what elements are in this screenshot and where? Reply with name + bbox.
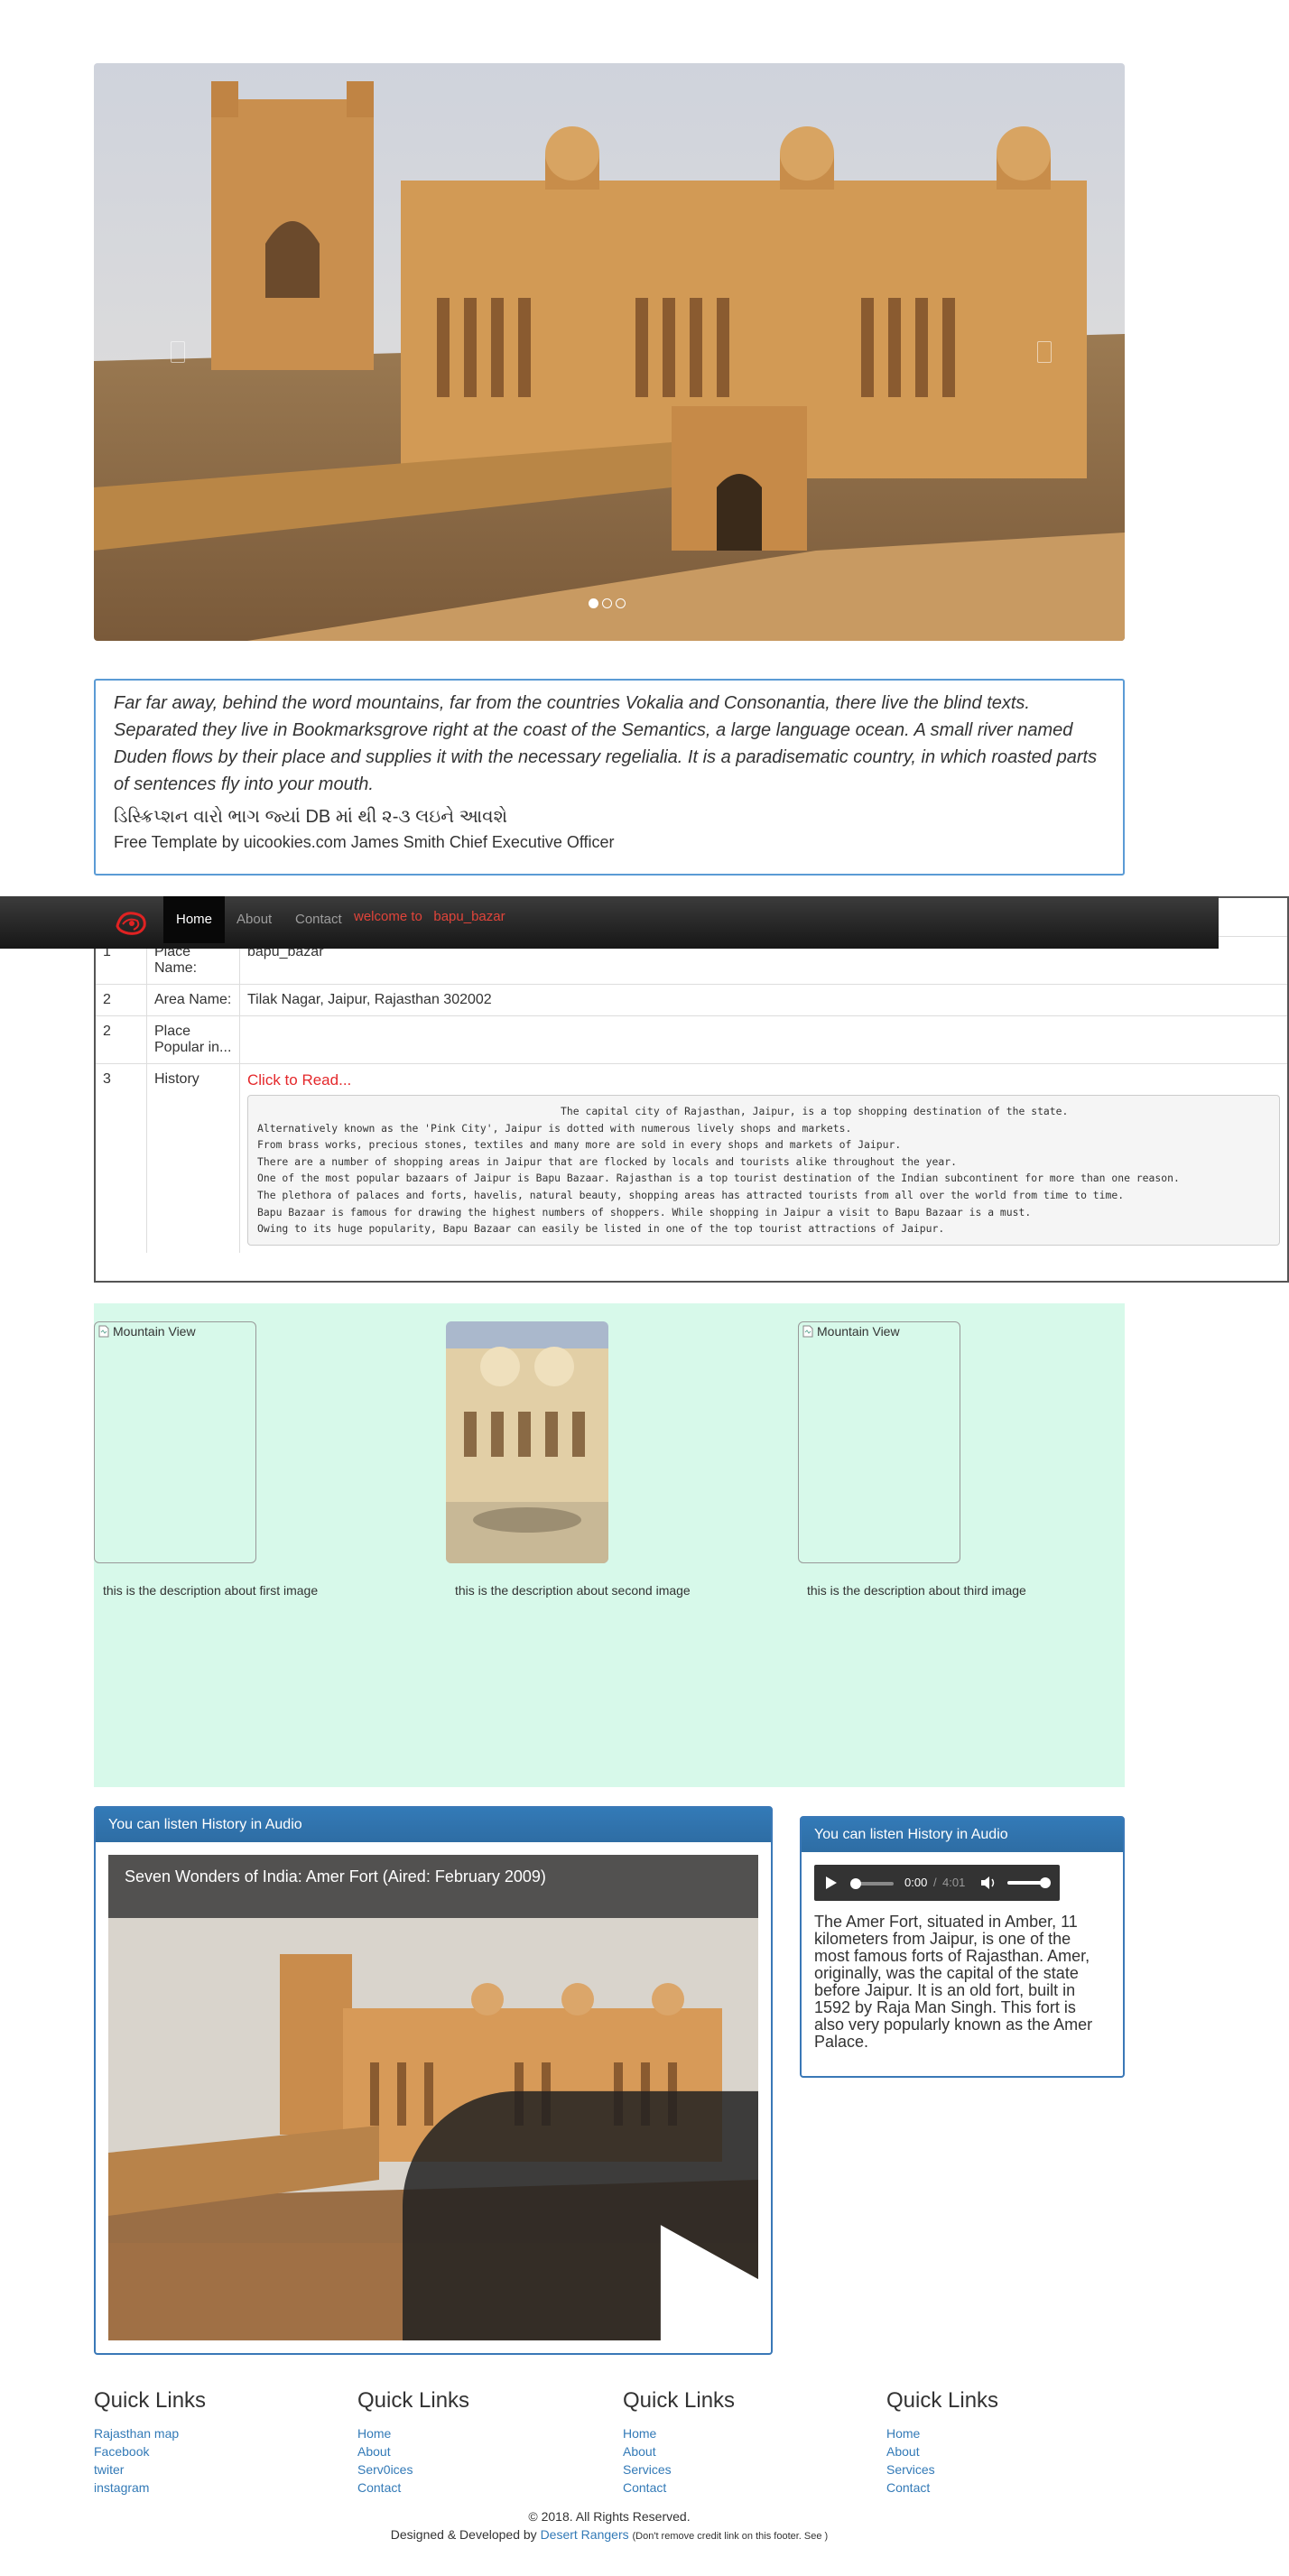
footer-link-services[interactable]: Services <box>623 2460 858 2479</box>
audio-panel: You can listen History in Audio 0:00 / 4… <box>800 1816 1125 2078</box>
table-row: 3 History Click to Read... The capital c… <box>96 1062 1287 1253</box>
top-navbar: Home About Contact welcome to bapu_bazar <box>0 896 1219 949</box>
carousel-dot-3[interactable] <box>616 598 626 608</box>
audio-play-icon[interactable] <box>825 1876 838 1890</box>
carousel-prev-arrow[interactable] <box>171 341 185 363</box>
footer-link-rajasthan-map[interactable]: Rajasthan map <box>94 2424 329 2442</box>
gallery-desc: this is the description about third imag… <box>807 1583 1026 1598</box>
table-row: 2 Area Name: Tilak Nagar, Jaipur, Rajast… <box>96 984 1287 1016</box>
carousel-dot-1[interactable] <box>589 598 598 608</box>
row-number: 2 <box>96 984 147 1016</box>
gallery-image-broken[interactable]: Mountain View <box>798 1321 960 1563</box>
row-number: 2 <box>96 1015 147 1064</box>
footer-link-about[interactable]: About <box>357 2442 592 2460</box>
image-alt-text: Mountain View <box>113 1324 196 1339</box>
footer-link-contact[interactable]: Contact <box>623 2479 858 2497</box>
footer-link-instagram[interactable]: instagram <box>94 2479 329 2497</box>
amer-fort-description: The Amer Fort, situated in Amber, 11 kil… <box>814 1913 1093 2051</box>
nav-about[interactable]: About <box>236 896 272 943</box>
row-value: Tilak Nagar, Jaipur, Rajasthan 302002 <box>239 984 1287 1016</box>
row-value <box>239 1015 1287 1064</box>
brand-logo-icon[interactable] <box>114 906 150 939</box>
desert-rangers-link[interactable]: Desert Rangers <box>541 2527 629 2542</box>
gallery-item <box>446 1321 608 1563</box>
row-label: Area Name: <box>146 984 240 1016</box>
footer-link-about[interactable]: About <box>886 2442 1121 2460</box>
footer-quick-links-1: Quick Links Rajasthan map Facebook twite… <box>94 2388 329 2497</box>
quick-links-heading: Quick Links <box>94 2388 207 2413</box>
footer-link-contact[interactable]: Contact <box>357 2479 592 2497</box>
copyright-text: © 2018. All Rights Reserved. <box>528 2509 691 2524</box>
quote-footer: Free Template by uicookies.com James Smi… <box>114 833 615 851</box>
audio-time-current: 0:00 <box>904 1876 928 1889</box>
gallery-image-palace[interactable] <box>446 1321 608 1563</box>
row-number: 3 <box>96 1062 147 1253</box>
audio-time-separator: / <box>933 1876 937 1889</box>
hero-carousel[interactable] <box>94 63 1125 641</box>
video-panel-heading: You can listen History in Audio <box>96 1808 771 1842</box>
credit-prefix: Designed & Developed by <box>390 2527 537 2542</box>
credit-line: Designed & Developed by Desert Rangers (… <box>0 2527 1219 2542</box>
footer-quick-links-3: Quick Links Home About Services Contact <box>623 2388 858 2497</box>
play-button-icon[interactable] <box>403 2078 758 2340</box>
broken-image-placeholder: Mountain View <box>98 1324 196 1339</box>
footer-link-services[interactable]: Services <box>886 2460 1121 2479</box>
palace-photo <box>446 1321 608 1563</box>
video-panel: You can listen History in Audio Seven Wo… <box>94 1806 773 2355</box>
image-alt-text: Mountain View <box>817 1324 900 1339</box>
footer-link-home[interactable]: Home <box>623 2424 858 2442</box>
broken-image-placeholder: Mountain View <box>802 1324 900 1339</box>
carousel-next-arrow[interactable] <box>1037 341 1052 363</box>
carousel-dot-2[interactable] <box>602 598 612 608</box>
broken-image-icon <box>802 1325 813 1338</box>
footer-link-home[interactable]: Home <box>886 2424 1121 2442</box>
footer-link-twitter[interactable]: twiter <box>94 2460 329 2479</box>
gujarati-note: ડિસ્ક્રિપ્શન વારો ભાગ જ્યાં DB માં થી ૨-… <box>114 807 508 827</box>
credit-note: (Don't remove credit link on this footer… <box>632 2531 829 2542</box>
video-title[interactable]: Seven Wonders of India: Amer Fort (Aired… <box>125 1867 546 1886</box>
place-info-table: 1 Place Name: bapu_bazar 2 Area Name: Ti… <box>94 896 1289 1283</box>
nav-home[interactable]: Home <box>163 896 226 943</box>
footer-quick-links-4: Quick Links Home About Services Contact <box>886 2388 1121 2497</box>
audio-player[interactable]: 0:00 / 4:01 <box>814 1865 1060 1901</box>
welcome-text: welcome to bapu_bazar <box>354 909 505 924</box>
row-label: History <box>146 1062 240 1253</box>
carousel-indicators <box>589 598 626 608</box>
gallery-item: Mountain View <box>798 1321 960 1563</box>
footer-quick-links-2: Quick Links Home About Serv0ices Contact <box>357 2388 592 2497</box>
volume-icon[interactable] <box>980 1876 997 1890</box>
gallery-image-broken[interactable]: Mountain View <box>94 1321 256 1563</box>
description-blockquote: Far far away, behind the word mountains,… <box>94 679 1125 876</box>
amer-fort-image <box>94 63 1125 641</box>
broken-image-icon <box>98 1325 109 1338</box>
quick-links-heading: Quick Links <box>886 2388 999 2413</box>
row-label: Place Popular in... <box>146 1015 240 1064</box>
volume-slider-thumb[interactable] <box>1040 1877 1051 1888</box>
click-to-read-link[interactable]: Click to Read... <box>247 1071 351 1089</box>
gallery-desc: this is the description about second ima… <box>455 1583 691 1598</box>
audio-progress-thumb[interactable] <box>850 1878 861 1889</box>
footer-link-about[interactable]: About <box>623 2442 858 2460</box>
quote-text: Far far away, behind the word mountains,… <box>114 693 1098 794</box>
table-row: 2 Place Popular in... <box>96 1015 1287 1064</box>
quick-links-heading: Quick Links <box>357 2388 470 2413</box>
audio-panel-heading: You can listen History in Audio <box>802 1818 1123 1852</box>
quick-links-heading: Quick Links <box>623 2388 736 2413</box>
image-gallery: Mountain View this is the description ab… <box>94 1303 1125 1787</box>
footer-link-services[interactable]: Serv0ices <box>357 2460 592 2479</box>
footer-link-contact[interactable]: Contact <box>886 2479 1121 2497</box>
nav-contact[interactable]: Contact <box>295 896 342 943</box>
history-text: The capital city of Rajasthan, Jaipur, i… <box>247 1095 1280 1246</box>
gallery-desc: this is the description about first imag… <box>103 1583 319 1598</box>
history-cell: Click to Read... The capital city of Raj… <box>239 1062 1287 1253</box>
footer-link-facebook[interactable]: Facebook <box>94 2442 329 2460</box>
youtube-embed[interactable]: Seven Wonders of India: Amer Fort (Aired… <box>108 1855 758 2340</box>
gallery-item: Mountain View <box>94 1321 256 1563</box>
footer-link-home[interactable]: Home <box>357 2424 592 2442</box>
audio-time-total: 4:01 <box>942 1876 966 1889</box>
